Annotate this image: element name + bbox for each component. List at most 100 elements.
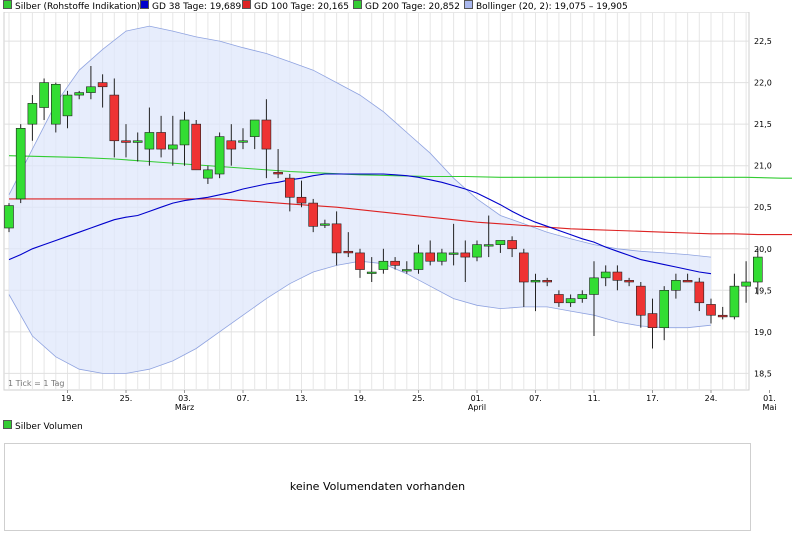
candle-down xyxy=(296,196,307,204)
candle-up xyxy=(320,223,330,226)
candle-down xyxy=(355,252,365,270)
candle-up xyxy=(401,269,412,272)
candle-up xyxy=(132,140,143,143)
y-tick-label: 20,5 xyxy=(754,203,772,212)
candle-up xyxy=(565,298,576,304)
y-tick-label: 18,5 xyxy=(754,369,772,378)
y-tick-label: 21,5 xyxy=(754,120,772,129)
legend-row: Silber (Rohstoffe Indikation) GD 38 Tage… xyxy=(0,0,792,12)
candle-down xyxy=(261,119,272,150)
legend-label-gd200: GD 200 Tage: 20,852 xyxy=(365,2,460,12)
x-tick-label: 24. xyxy=(705,394,718,403)
candle-up xyxy=(179,119,190,146)
x-tick-label: 19. xyxy=(61,394,74,403)
volume-label: Silber Volumen xyxy=(15,422,83,432)
candle-down xyxy=(308,202,319,227)
legend-item-silber: Silber (Rohstoffe Indikation) xyxy=(0,0,140,12)
price-chart: 18,5 19,0 19,5 20,0 20,5 21,0 21,5 22,0 22,5 19. 2… xyxy=(3,12,792,412)
candle-up xyxy=(671,280,681,291)
legend-item-bollinger: Bollinger (20, 2): 19,075 – 19,905 xyxy=(461,0,628,12)
x-tick-label: 11. xyxy=(588,394,601,403)
candle-up xyxy=(741,281,751,287)
y-tick-label: 19,0 xyxy=(754,328,772,337)
candle-down xyxy=(518,252,529,283)
x-tick-month-label: Mai xyxy=(762,403,776,412)
candle-down xyxy=(191,123,201,171)
candle-down xyxy=(121,140,131,143)
legend-item-gd100: GD 100 Tage: 20,165 xyxy=(239,0,349,12)
volume-panel: keine Volumendaten vorhanden xyxy=(4,443,751,531)
volume-legend: Silber Volumen xyxy=(0,420,83,432)
legend-swatch-gd100 xyxy=(242,0,251,9)
x-tick-label: 07. xyxy=(529,394,542,403)
candle-up xyxy=(39,82,49,108)
candle-up xyxy=(378,260,389,270)
candle-up xyxy=(4,205,14,229)
candle-down xyxy=(554,294,564,304)
volume-message: keine Volumendaten vorhanden xyxy=(289,480,466,493)
candle-up xyxy=(448,252,459,255)
candle-down xyxy=(507,240,517,250)
candle-up xyxy=(214,136,225,175)
candle-up xyxy=(86,86,96,93)
y-tick-label: 19,5 xyxy=(754,286,772,295)
candle-down xyxy=(97,82,108,88)
candle-up xyxy=(659,290,670,328)
candle-down xyxy=(284,177,295,198)
candle-down xyxy=(425,252,436,262)
candle-up xyxy=(752,256,763,283)
x-tick-label: 01. xyxy=(763,394,776,403)
candle-down xyxy=(612,271,623,281)
candle-down xyxy=(273,172,283,175)
legend-label-gd38: GD 38 Tage: 19,689 xyxy=(152,2,242,12)
legend-swatch-silber xyxy=(3,0,12,9)
volume-swatch xyxy=(3,420,12,429)
candle-down xyxy=(460,252,471,258)
x-tick-label: 25. xyxy=(120,394,133,403)
candle-down xyxy=(390,260,400,266)
candle-up xyxy=(483,244,494,247)
legend-item-gd200: GD 200 Tage: 20,852 xyxy=(350,0,460,12)
x-tick-label: 13. xyxy=(295,394,308,403)
legend-swatch-gd38 xyxy=(140,0,149,9)
legend-label-gd100: GD 100 Tage: 20,165 xyxy=(254,2,349,12)
candle-up xyxy=(249,119,260,137)
candle-up xyxy=(413,252,424,270)
candle-down xyxy=(647,313,658,328)
candle-down xyxy=(343,250,354,254)
x-tick-label: 01. xyxy=(471,394,484,403)
y-tick-label: 21,0 xyxy=(754,162,772,171)
candle-down xyxy=(226,140,237,150)
candle-up xyxy=(577,294,588,299)
candle-up xyxy=(729,285,740,318)
candle-up xyxy=(472,244,482,258)
x-tick-label: 19. xyxy=(354,394,367,403)
y-tick-label: 20,0 xyxy=(754,245,772,254)
candle-down xyxy=(694,281,705,304)
x-tick-label: 17. xyxy=(646,394,659,403)
y-tick-label: 22,5 xyxy=(754,37,772,46)
candle-up xyxy=(495,240,506,245)
x-tick-month-label: April xyxy=(468,403,486,412)
candle-up xyxy=(27,103,38,125)
candle-down xyxy=(717,314,728,318)
candle-up xyxy=(600,271,611,279)
candle-down xyxy=(635,285,646,316)
candle-down xyxy=(109,94,120,142)
candle-down xyxy=(624,280,634,283)
candle-up xyxy=(238,140,248,143)
legend-item-gd38: GD 38 Tage: 19,689 xyxy=(137,0,241,12)
legend-label-silber: Silber (Rohstoffe Indikation) xyxy=(15,2,141,12)
candle-up xyxy=(589,277,599,295)
candle-up xyxy=(144,132,155,150)
candle-down xyxy=(331,223,342,254)
candle-up xyxy=(203,169,213,179)
candle-up xyxy=(366,271,377,274)
candle-up xyxy=(50,83,61,125)
legend-swatch-gd200 xyxy=(353,0,362,9)
candle-down xyxy=(156,132,166,150)
candle-down xyxy=(542,280,553,283)
candle-up xyxy=(168,144,178,150)
candle-up xyxy=(437,252,447,262)
legend-swatch-bollinger xyxy=(464,0,473,9)
